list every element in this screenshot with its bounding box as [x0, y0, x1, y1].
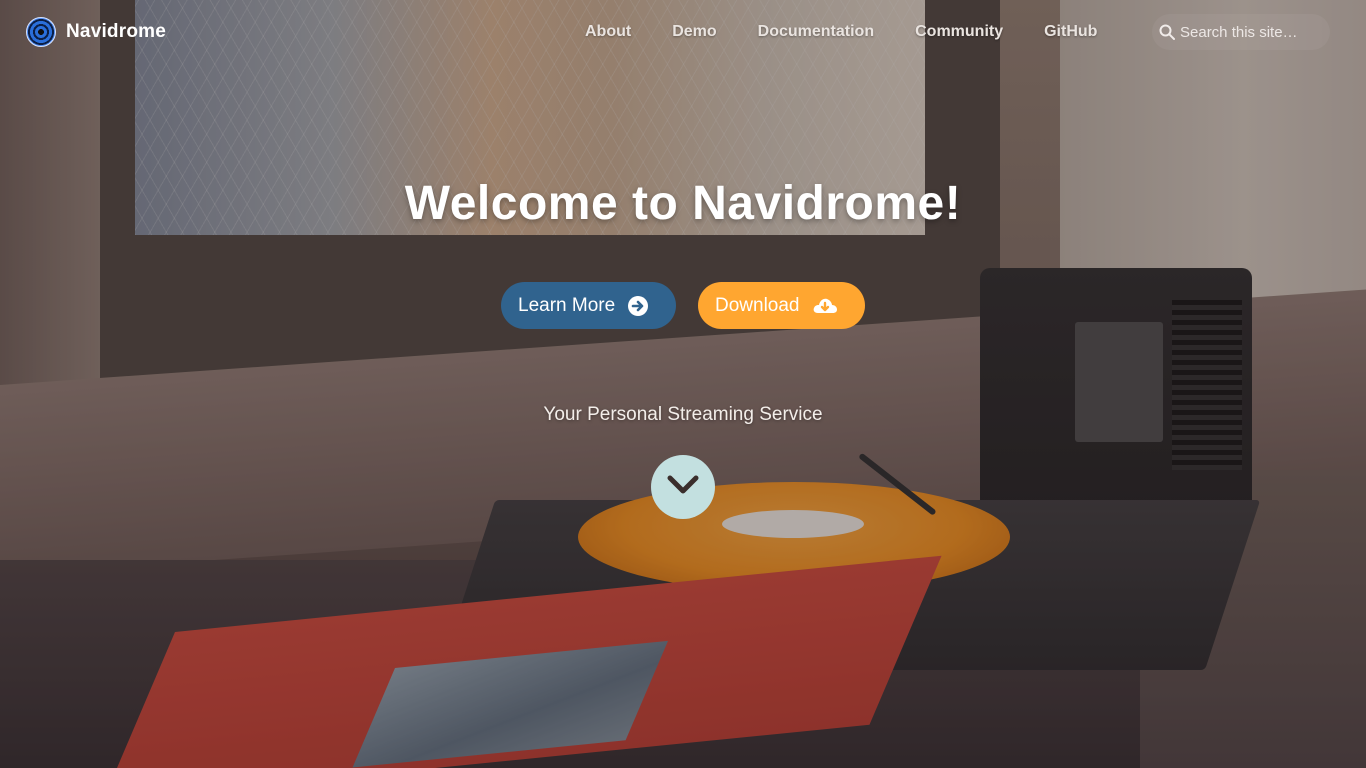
download-button[interactable]: Download — [698, 282, 865, 329]
hero-overlay — [0, 0, 1366, 768]
search-icon — [1159, 24, 1175, 40]
chevron-down-icon — [666, 474, 700, 500]
hero-title: Welcome to Navidrome! — [404, 177, 962, 230]
nav-link-community[interactable]: Community — [915, 23, 1003, 41]
cloud-download-icon — [812, 295, 837, 317]
hero-background-image — [0, 0, 1366, 768]
nav-link-documentation[interactable]: Documentation — [758, 23, 874, 41]
nav-link-demo[interactable]: Demo — [672, 23, 716, 41]
arrow-circle-right-icon — [627, 295, 649, 317]
record-disc-icon — [26, 17, 56, 47]
nav-links: About Demo Documentation Community GitHu… — [585, 0, 1138, 64]
search-input[interactable] — [1180, 23, 1320, 41]
hero-tagline: Your Personal Streaming Service — [543, 404, 823, 425]
search-box — [1152, 14, 1330, 50]
brand-name: Navidrome — [66, 21, 167, 42]
brand-home-link[interactable]: Navidrome — [26, 17, 166, 47]
nav-link-about[interactable]: About — [585, 23, 631, 41]
download-label: Download — [715, 294, 800, 316]
nav-link-github[interactable]: GitHub — [1044, 23, 1097, 41]
hero-buttons: Learn More Download — [0, 282, 1366, 329]
learn-more-button[interactable]: Learn More — [501, 282, 676, 329]
scroll-down-button[interactable] — [651, 455, 715, 519]
top-navbar: Navidrome About Demo Documentation Commu… — [0, 0, 1366, 64]
learn-more-label: Learn More — [518, 294, 616, 316]
